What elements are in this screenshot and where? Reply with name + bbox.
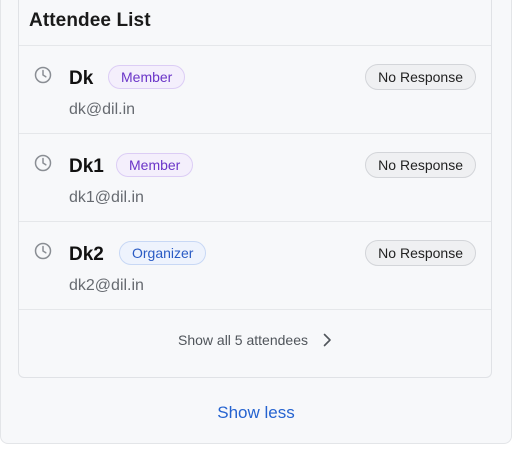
response-status-badge: No Response — [365, 64, 476, 90]
attendee-row: Dk Member dk@dil.in No Response — [19, 46, 491, 134]
response-status-badge: No Response — [365, 152, 476, 178]
attendee-email: dk2@dil.in — [69, 277, 144, 294]
card-header: Attendee List — [19, 0, 491, 46]
response-status-badge: No Response — [365, 240, 476, 266]
attendee-name: Dk2 — [69, 244, 104, 265]
attendee-email: dk@dil.in — [69, 101, 136, 118]
attendee-row: Dk2 Organizer dk2@dil.in No Response — [19, 222, 491, 310]
role-badge: Member — [116, 153, 194, 177]
clock-icon — [34, 242, 52, 260]
role-badge: Member — [108, 65, 186, 89]
show-all-attendees-button[interactable]: Show all 5 attendees — [19, 313, 491, 367]
attendee-email: dk1@dil.in — [69, 189, 144, 206]
clock-icon — [34, 66, 52, 84]
attendee-name: Dk1 — [69, 156, 104, 177]
role-badge: Organizer — [119, 241, 207, 265]
attendees-panel: Attendee List Dk Member dk@dil.in No Res… — [0, 0, 512, 444]
attendee-name: Dk — [69, 68, 94, 89]
card-title: Attendee List — [29, 10, 151, 31]
chevron-right-icon — [323, 333, 331, 347]
show-all-label: Show all 5 attendees — [178, 332, 308, 348]
clock-icon — [34, 154, 52, 172]
show-less-link[interactable]: Show less — [0, 403, 512, 423]
attendee-list-card: Attendee List Dk Member dk@dil.in No Res… — [18, 0, 492, 378]
attendee-row: Dk1 Member dk1@dil.in No Response — [19, 134, 491, 222]
